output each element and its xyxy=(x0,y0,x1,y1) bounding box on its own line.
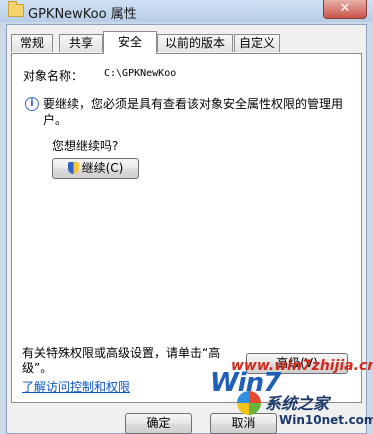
watermark-site-en: Win10net.com xyxy=(279,413,373,427)
window-title: GPKNewKoo 属性 xyxy=(28,7,137,22)
cancel-button[interactable]: 取消 xyxy=(210,413,277,434)
security-panel: 对象名称： C:\GPKNewKoo i 要继续，您必须是具有查看该对象安全属性… xyxy=(11,53,362,403)
advanced-description: 有关特殊权限或高级设置，请单击“高级”。 xyxy=(22,346,221,375)
tab-previous-versions[interactable]: 以前的版本 xyxy=(157,34,233,52)
windows-flag-icon xyxy=(237,391,261,415)
access-control-help-link[interactable]: 了解访问控制和权限 xyxy=(22,378,130,395)
tab-sharing[interactable]: 共享 xyxy=(59,34,103,52)
continue-question: 您想继续吗? xyxy=(52,139,119,153)
continue-button-label: 继续(C) xyxy=(81,161,124,175)
close-button[interactable]: ✕ xyxy=(323,0,367,19)
object-name-label: 对象名称： xyxy=(23,69,84,83)
tab-customize[interactable]: 自定义 xyxy=(234,34,280,52)
info-message: 要继续，您必须是具有查看该对象安全属性权限的管理用户。 xyxy=(43,97,344,127)
tab-security[interactable]: 安全 xyxy=(103,31,157,54)
ok-button[interactable]: 确定 xyxy=(125,413,192,434)
object-path: C:\GPKNewKoo xyxy=(104,68,177,79)
info-icon: i xyxy=(25,97,39,111)
uac-shield-icon xyxy=(67,162,79,174)
continue-button[interactable]: 继续(C) xyxy=(52,158,139,179)
tab-general[interactable]: 常规 xyxy=(11,34,53,52)
folder-icon xyxy=(8,1,24,17)
title-bar: GPKNewKoo 属性 ✕ xyxy=(0,0,373,22)
watermark-site-cn: 系统之家 xyxy=(265,394,330,413)
